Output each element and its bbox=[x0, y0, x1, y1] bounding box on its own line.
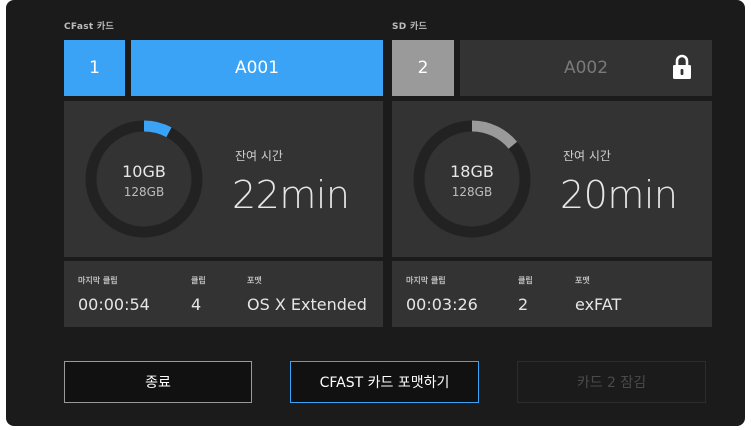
sd-format-label: 포맷 bbox=[575, 276, 590, 285]
cfast-slot-number[interactable]: 1 bbox=[64, 40, 125, 96]
exit-button[interactable]: 종료 bbox=[64, 361, 252, 403]
sd-remaining-time: 20min bbox=[560, 173, 678, 217]
sd-clips: 2 bbox=[518, 295, 529, 314]
sd-last-clip: 00:03:26 bbox=[406, 295, 478, 314]
cfast-used: 10GB bbox=[122, 162, 166, 181]
cfast-remaining-label: 잔여 시간 bbox=[235, 149, 283, 163]
cfast-remaining-time: 22min bbox=[232, 173, 350, 217]
cfast-format: OS X Extended bbox=[247, 295, 367, 314]
lock-icon bbox=[673, 54, 691, 79]
cfast-clip-name[interactable]: A001 bbox=[131, 40, 383, 96]
sd-slot-number[interactable]: 2 bbox=[392, 40, 454, 96]
cfast-format-label: 포맷 bbox=[247, 276, 262, 285]
sd-remaining-label: 잔여 시간 bbox=[563, 149, 611, 163]
sd-last-clip-label: 마지막 클립 bbox=[406, 276, 446, 285]
sd-clip-label: A002 bbox=[563, 58, 609, 78]
cfast-clips: 4 bbox=[191, 295, 202, 314]
cfast-clips-label: 클립 bbox=[191, 276, 206, 285]
cfast-info-panel: 10GB 128GB 잔여 시간 22min bbox=[64, 101, 383, 257]
sd-format: exFAT bbox=[575, 295, 622, 314]
format-cfast-button[interactable]: CFAST 카드 포맷하기 bbox=[290, 361, 479, 403]
cfast-last-clip: 00:00:54 bbox=[78, 295, 150, 314]
sd-stats-panel: 마지막 클립 00:03:26 클립 2 포맷 exFAT bbox=[392, 261, 712, 327]
sd-total: 128GB bbox=[451, 185, 493, 199]
cfast-last-clip-label: 마지막 클립 bbox=[78, 276, 118, 285]
sd-clips-label: 클립 bbox=[518, 276, 533, 285]
sd-card-title: SD 카드 bbox=[392, 22, 428, 32]
cfast-card-title: CFast 카드 bbox=[64, 22, 115, 32]
sd-info-panel: 18GB 128GB 잔여 시간 20min bbox=[392, 101, 712, 257]
cfast-total: 128GB bbox=[123, 185, 165, 199]
media-screen: CFast 카드 1 A001 10GB 128GB 잔여 시간 22min 마… bbox=[6, 0, 745, 426]
cfast-stats-panel: 마지막 클립 00:00:54 클립 4 포맷 OS X Extended bbox=[64, 261, 383, 327]
card2-locked-button: 카드 2 잠김 bbox=[517, 361, 706, 403]
sd-used: 18GB bbox=[450, 162, 494, 181]
